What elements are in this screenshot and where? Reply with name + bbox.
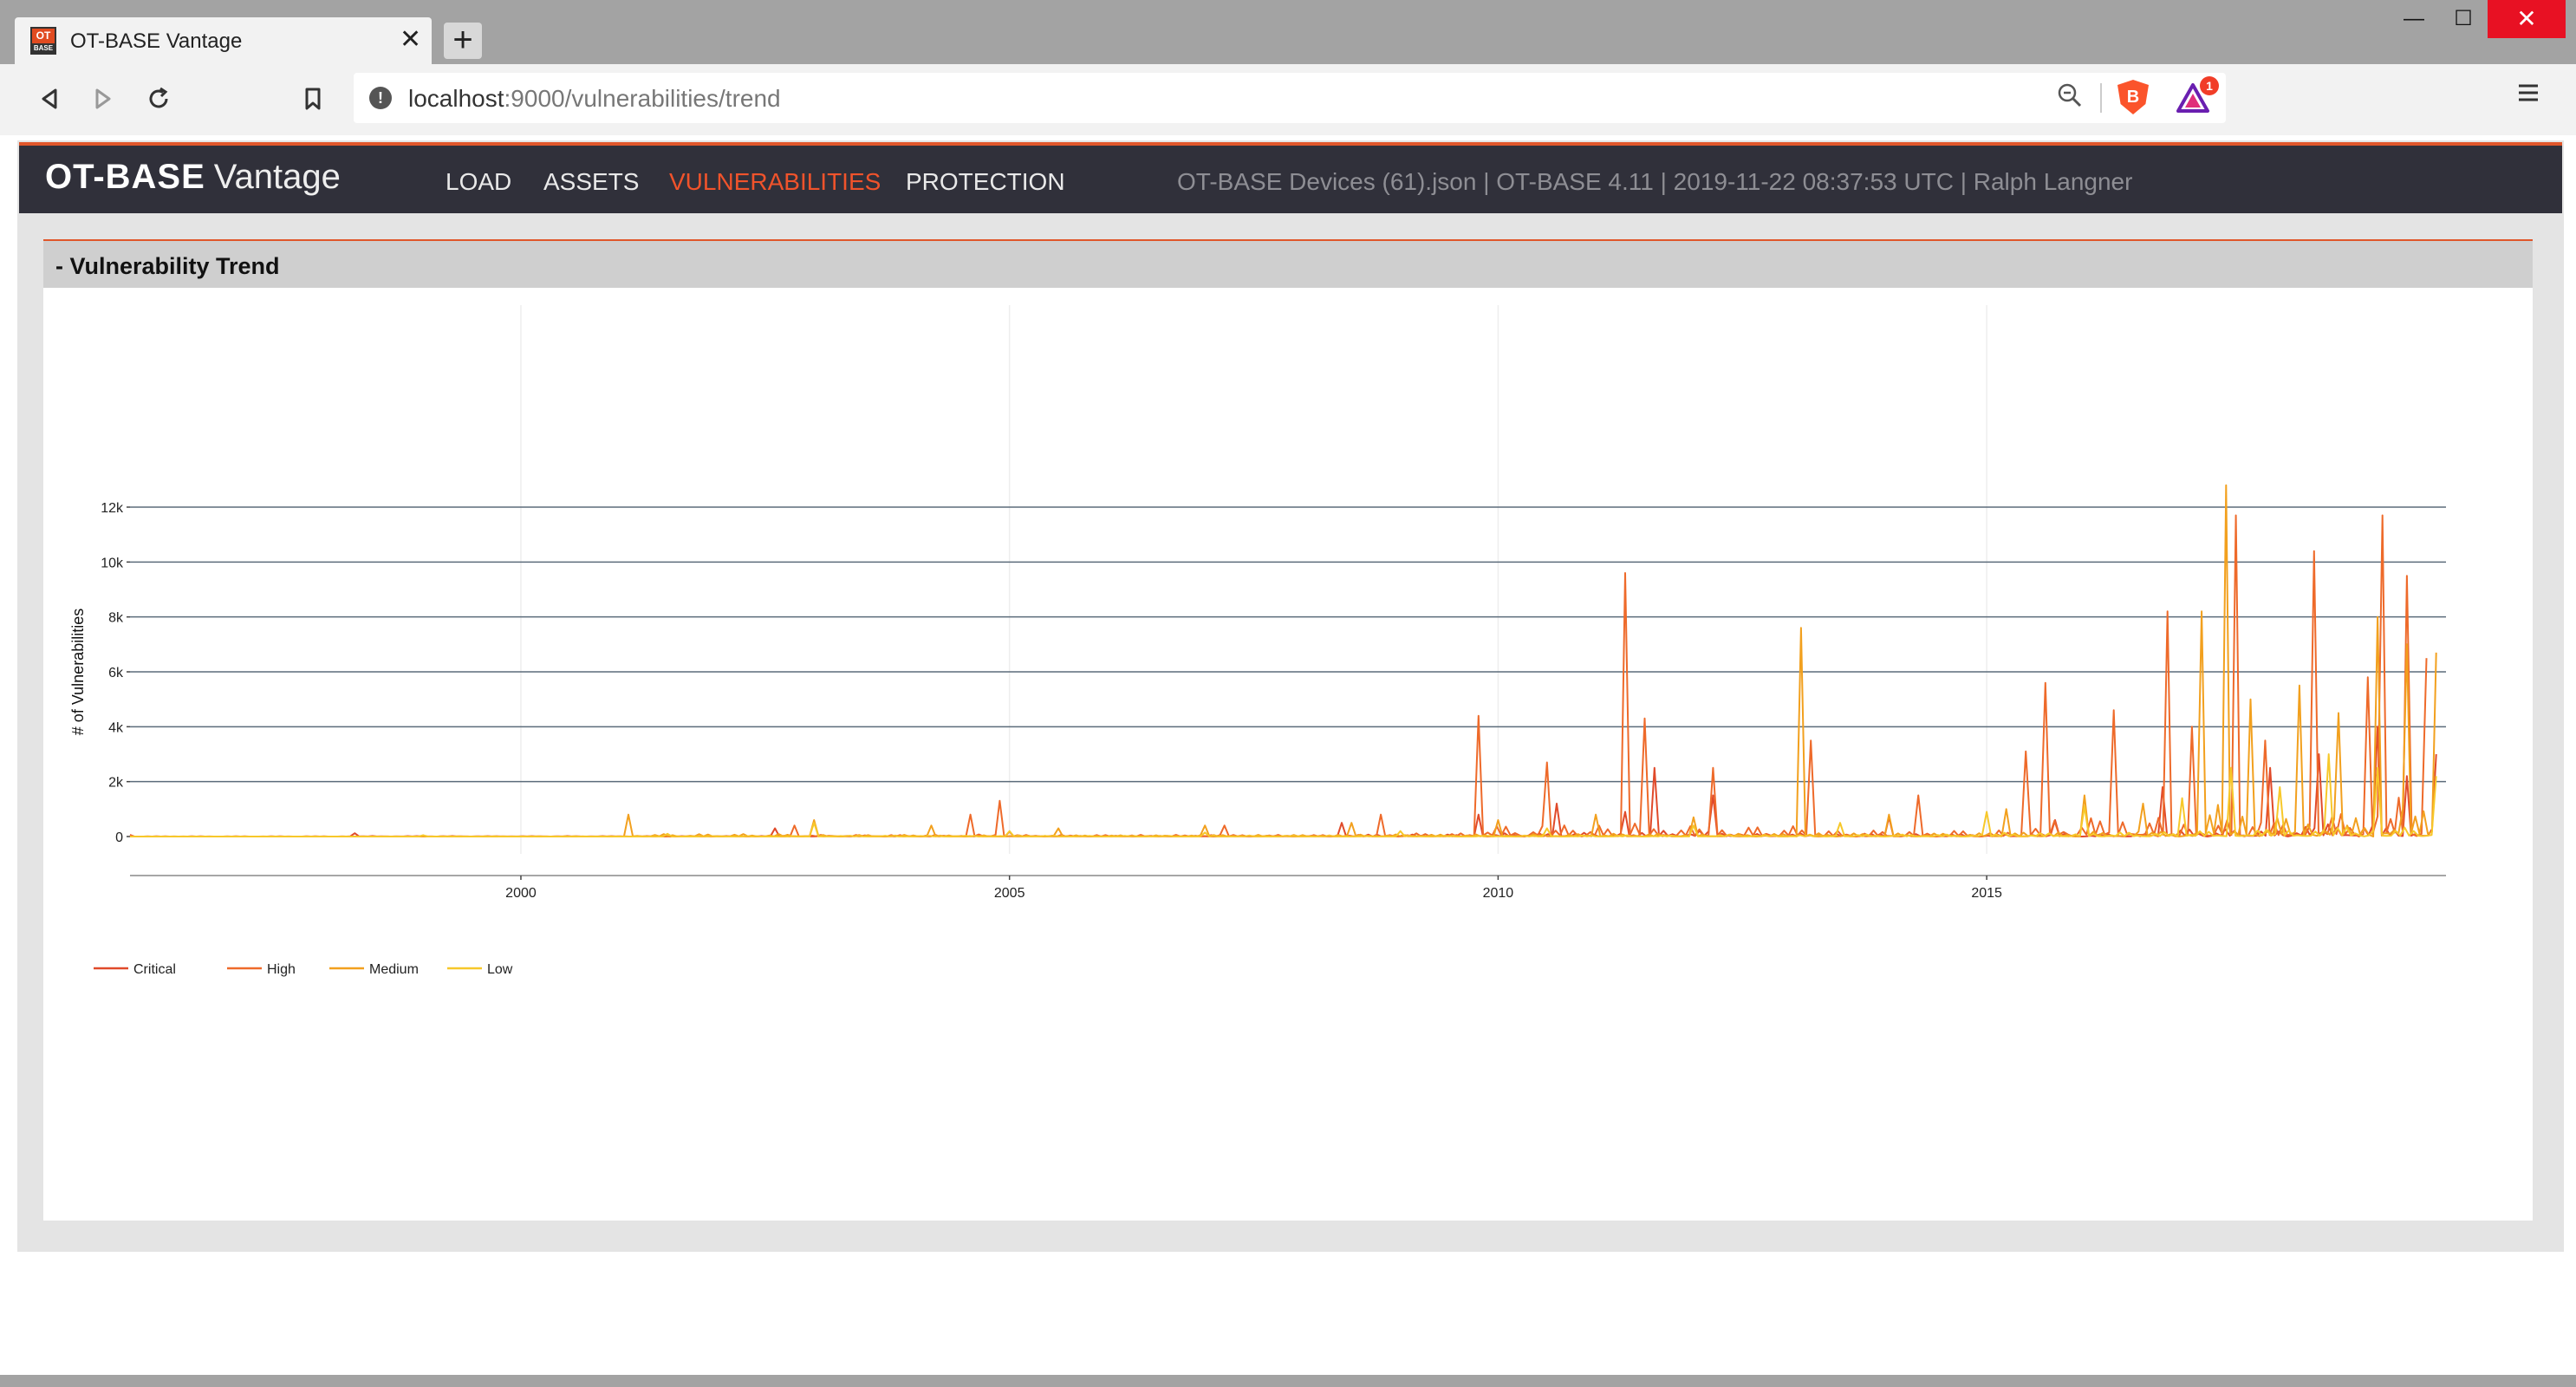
url-path: :9000/vulnerabilities/trend: [504, 85, 781, 112]
legend-label-medium: Medium: [369, 962, 419, 977]
url-text[interactable]: localhost:9000/vulnerabilities/trend: [408, 85, 781, 113]
back-button[interactable]: [31, 80, 69, 118]
forward-icon: [95, 88, 111, 109]
window-minimize-button[interactable]: —: [2388, 0, 2440, 38]
y-tick-label: 10k: [101, 556, 124, 570]
app-status-info: OT-BASE Devices (61).json | OT-BASE 4.11…: [1177, 168, 2133, 195]
y-tick-label: 12k: [101, 501, 124, 516]
forward-button[interactable]: [83, 80, 121, 118]
reload-button[interactable]: [140, 80, 178, 118]
logo-light-text: Vantage: [213, 158, 341, 196]
zoom-icon[interactable]: [2056, 81, 2084, 116]
favicon-text-bottom: BASE: [32, 43, 55, 53]
x-tick-label: 2005: [994, 886, 1025, 901]
tab-close-icon[interactable]: ✕: [400, 25, 421, 55]
reload-icon: [149, 87, 168, 108]
bookmark-button[interactable]: [294, 80, 332, 118]
url-host: localhost: [408, 85, 504, 112]
y-tick-label: 0: [115, 830, 123, 845]
series-line-low: [130, 753, 2437, 837]
y-tick-label: 2k: [108, 776, 124, 791]
site-info-icon[interactable]: !: [369, 87, 392, 109]
browser-toolbar: ! localhost:9000/vulnerabilities/trend B…: [0, 64, 2576, 135]
address-bar[interactable]: ! localhost:9000/vulnerabilities/trend B…: [354, 73, 2226, 123]
browser-tab[interactable]: OT BASE OT-BASE Vantage ✕: [15, 17, 432, 64]
x-tick-label: 2015: [1971, 886, 2002, 901]
series-line-medium: [130, 484, 2437, 837]
window-bottom-edge: [0, 1375, 2576, 1387]
vulnerability-trend-chart[interactable]: 0 2k 4k 6k 8k 10k 12k 2000 2005 2010 2015 # of Vuln…: [43, 288, 2533, 1221]
address-separator: [2100, 83, 2102, 113]
page-content: OT-BASE Vantage LOAD ASSETS VULNERABILITI…: [0, 135, 2576, 1375]
tab-title: OT-BASE Vantage: [70, 29, 243, 53]
back-icon: [42, 88, 57, 109]
legend-label-critical: Critical: [133, 962, 176, 977]
panel-header[interactable]: - Vulnerability Trend: [43, 239, 2533, 288]
favicon-text-top: OT: [36, 29, 51, 42]
app-header: OT-BASE Vantage LOAD ASSETS VULNERABILITI…: [19, 142, 2562, 213]
y-tick-label: 4k: [108, 720, 124, 735]
bookmark-icon: [305, 88, 321, 110]
y-tick-label: 8k: [108, 611, 124, 626]
new-tab-button[interactable]: +: [444, 23, 482, 59]
legend-label-high: High: [267, 962, 296, 977]
series-line-high: [129, 514, 2428, 837]
hamburger-menu-icon[interactable]: [2514, 78, 2543, 115]
x-tick-label: 2000: [505, 886, 537, 901]
brave-shields-icon[interactable]: B: [2117, 80, 2149, 114]
window-maximize-button[interactable]: ☐: [2437, 0, 2489, 38]
notification-badge: 1: [2200, 76, 2219, 95]
tab-strip: OT BASE OT-BASE Vantage ✕ + — ☐ ✕: [0, 0, 2576, 64]
vulnerability-trend-panel: - Vulnerability Trend 0 2k 4k 6k 8k 10k 12k 200…: [43, 239, 2533, 1221]
window-close-button[interactable]: ✕: [2488, 0, 2566, 38]
nav-vulnerabilities[interactable]: VULNERABILITIES: [669, 168, 881, 196]
browser-window: OT BASE OT-BASE Vantage ✕ + — ☐ ✕ ! loca…: [0, 0, 2576, 1387]
y-axis-label: # of Vulnerabilities: [69, 609, 87, 735]
nav-assets[interactable]: ASSETS: [543, 168, 639, 196]
legend-label-low: Low: [487, 962, 513, 977]
app-favicon-icon: OT BASE: [30, 27, 56, 55]
logo-bold-text: OT-BASE: [45, 158, 205, 196]
y-tick-label: 6k: [108, 666, 124, 680]
app-logo[interactable]: OT-BASE Vantage: [45, 158, 341, 197]
panel-title: - Vulnerability Trend: [55, 253, 280, 279]
x-tick-label: 2010: [1483, 886, 1514, 901]
nav-load[interactable]: LOAD: [446, 168, 511, 196]
nav-protection[interactable]: PROTECTION: [906, 168, 1065, 196]
